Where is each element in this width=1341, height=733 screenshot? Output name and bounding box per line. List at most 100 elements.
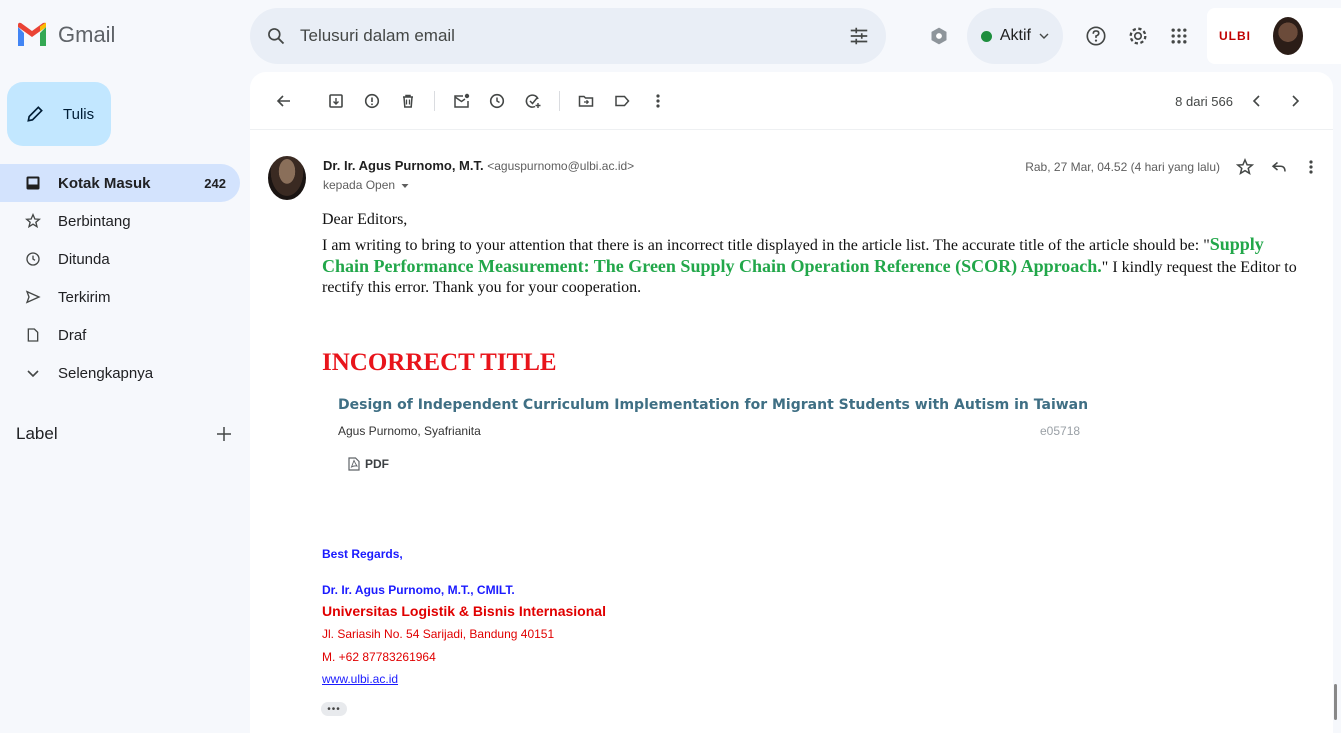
more-options-button[interactable]: [640, 83, 676, 119]
compose-label: Tulis: [63, 105, 95, 123]
message-body: Dear Editors, I am writing to bring to y…: [322, 210, 1312, 298]
help-icon[interactable]: [1085, 25, 1107, 47]
sidebar-item-sent[interactable]: Terkirim: [0, 278, 240, 316]
sender-avatar[interactable]: [268, 156, 306, 200]
app-name: Gmail: [58, 22, 116, 47]
clock-icon: [24, 250, 42, 268]
folder-move-icon: [578, 95, 594, 107]
gmail-app: Gmail Telusuri dalam email Aktif ULBI Tu…: [0, 0, 1341, 733]
mark-unread-button[interactable]: [443, 83, 479, 119]
chevron-left-icon: [1252, 95, 1260, 107]
back-button[interactable]: [266, 83, 302, 119]
prev-page-button[interactable]: [1243, 83, 1271, 119]
reply-icon[interactable]: [1270, 158, 1288, 176]
snooze-button[interactable]: [479, 83, 515, 119]
body-text-start: I am writing to bring to your attention …: [322, 237, 1210, 254]
sidebar-item-label: Selengkapnya: [58, 364, 154, 382]
search-icon[interactable]: [266, 26, 286, 46]
search-input[interactable]: Telusuri dalam email: [300, 26, 848, 46]
status-label: Aktif: [999, 27, 1031, 44]
draft-icon: [24, 326, 42, 344]
sidebar-item-label: Draf: [58, 326, 87, 344]
scrollbar[interactable]: [1334, 684, 1337, 720]
signature-address: Jl. Sariasih No. 54 Sarijadi, Bandung 40…: [322, 627, 555, 641]
message-date: Rab, 27 Mar, 04.52 (4 hari yang lalu): [1025, 160, 1220, 174]
toolbar-divider: [434, 90, 435, 111]
gemini-icon[interactable]: [929, 26, 949, 46]
sender-name[interactable]: Dr. Ir. Agus Purnomo, M.T.: [323, 158, 484, 173]
chevron-down-icon: [24, 364, 42, 382]
compose-button[interactable]: Tulis: [7, 82, 111, 146]
article-id: e05718: [1040, 424, 1081, 438]
message-header: Dr. Ir. Agus Purnomo, M.T. <aguspurnomo@…: [268, 156, 1318, 200]
message-meta: Rab, 27 Mar, 04.52 (4 hari yang lalu): [1025, 158, 1318, 176]
add-task-button[interactable]: [515, 83, 551, 119]
sidebar: Tulis Kotak Masuk 242 Berbintang Ditunda…: [0, 72, 250, 733]
unread-count: 242: [204, 175, 226, 191]
recipient-text: kepada Open: [323, 178, 396, 192]
add-task-icon: [525, 93, 540, 108]
star-icon: [24, 212, 42, 230]
settings-gear-icon[interactable]: [1127, 25, 1149, 47]
account-avatar[interactable]: [1273, 17, 1303, 55]
pencil-icon: [27, 106, 43, 122]
status-button[interactable]: Aktif: [966, 8, 1063, 64]
report-spam-button[interactable]: [354, 83, 390, 119]
report-icon: [364, 93, 380, 108]
label-icon: [615, 95, 630, 106]
arrow-left-icon: [276, 94, 290, 107]
recipient-line[interactable]: kepada Open: [323, 178, 409, 192]
add-label-icon[interactable]: [216, 426, 232, 442]
trash-icon: [403, 94, 413, 108]
sidebar-item-drafts[interactable]: Draf: [0, 316, 240, 354]
sidebar-item-inbox[interactable]: Kotak Masuk 242: [0, 164, 240, 202]
toolbar-divider: [559, 90, 560, 111]
sidebar-item-label: Ditunda: [58, 250, 110, 268]
signature-closing: Best Regards,: [322, 547, 403, 561]
star-icon[interactable]: [1236, 158, 1254, 176]
pdf-link[interactable]: PDF: [348, 457, 389, 471]
article-title[interactable]: Design of Independent Curriculum Impleme…: [338, 397, 1088, 413]
sender-line: Dr. Ir. Agus Purnomo, M.T. <aguspurnomo@…: [323, 158, 634, 173]
page-count: 8 dari 566: [1175, 93, 1233, 109]
move-to-button[interactable]: [568, 83, 604, 119]
pagination: 8 dari 566: [1175, 83, 1309, 119]
message-panel: 8 dari 566 Dr. Ir. Agus Purnomo, M.T. <a…: [250, 72, 1337, 733]
pdf-file-icon: [348, 457, 360, 471]
delete-button[interactable]: [390, 83, 426, 119]
search-bar[interactable]: Telusuri dalam email: [250, 8, 886, 64]
labels-heading: Label: [16, 424, 58, 443]
sidebar-item-snoozed[interactable]: Ditunda: [0, 240, 240, 278]
sidebar-item-label: Kotak Masuk: [58, 174, 151, 192]
next-page-button[interactable]: [1281, 83, 1309, 119]
signature-phone: M. +62 87783261964: [322, 650, 436, 664]
labels-header: Label: [16, 424, 232, 444]
signature-name: Dr. Ir. Agus Purnomo, M.T., CMILT.: [322, 583, 515, 597]
sidebar-item-label: Terkirim: [58, 288, 111, 306]
nav-list: Kotak Masuk 242 Berbintang Ditunda Terki…: [0, 164, 240, 392]
archive-button[interactable]: [318, 83, 354, 119]
status-dot-icon: [980, 30, 992, 42]
search-options-icon[interactable]: [848, 25, 870, 47]
top-header: Gmail Telusuri dalam email Aktif ULBI: [0, 0, 1341, 72]
gmail-m-icon: [18, 22, 46, 46]
body-paragraph: I am writing to bring to your attention …: [322, 234, 1312, 298]
caret-down-icon[interactable]: [401, 183, 409, 189]
message-toolbar: 8 dari 566: [250, 72, 1333, 130]
more-vert-icon[interactable]: [1304, 158, 1318, 176]
sidebar-item-more[interactable]: Selengkapnya: [0, 354, 240, 392]
greeting: Dear Editors,: [322, 211, 408, 228]
label-button[interactable]: [604, 83, 640, 119]
signature-website-link[interactable]: www.ulbi.ac.id: [322, 672, 398, 686]
sidebar-item-label: Berbintang: [58, 212, 131, 230]
sidebar-item-starred[interactable]: Berbintang: [0, 202, 240, 240]
apps-grid-icon[interactable]: [1169, 26, 1189, 46]
org-logo: ULBI: [1219, 29, 1251, 43]
clock-icon: [489, 93, 505, 108]
chevron-down-icon: [1039, 33, 1049, 39]
account-chip[interactable]: ULBI: [1207, 8, 1341, 64]
show-trimmed-content-button[interactable]: •••: [321, 702, 347, 716]
header-actions: Aktif ULBI: [929, 8, 1341, 64]
sender-email: <aguspurnomo@ulbi.ac.id>: [487, 159, 635, 173]
gmail-logo[interactable]: Gmail: [16, 22, 115, 48]
